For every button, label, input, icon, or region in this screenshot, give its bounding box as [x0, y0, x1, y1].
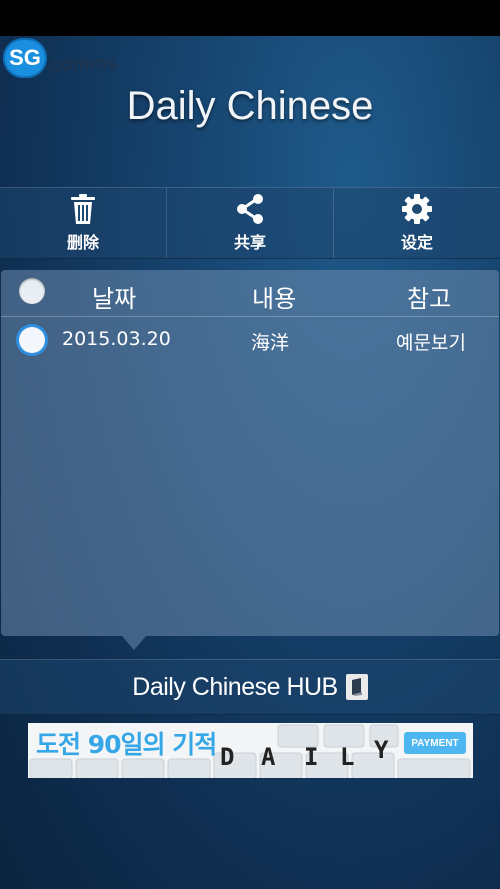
banner-letter: D — [220, 743, 235, 771]
share-label: 共享 — [233, 233, 266, 252]
toolbar: 删除 共享 设定 — [0, 187, 500, 259]
header-date: 날짜 — [92, 285, 137, 313]
ad-banner[interactable]: 도전 90일의 기적 D A I L Y PAYMENT — [28, 723, 473, 778]
book-icon — [345, 674, 368, 700]
logo-text: comms — [50, 52, 118, 75]
header-content: 내용 — [252, 285, 297, 313]
delete-label: 删除 — [66, 233, 99, 252]
list-header: 날짜 내용 참고 — [1, 270, 499, 317]
payment-badge: PAYMENT — [404, 732, 466, 754]
select-all-radio[interactable] — [19, 278, 45, 304]
hub-label: Daily Chinese HUB — [132, 672, 338, 701]
row-content: 海洋 — [251, 332, 290, 354]
delete-button[interactable]: 删除 — [0, 188, 167, 258]
panel-pointer — [122, 636, 146, 650]
sgcomms-logo: SG comms — [3, 38, 118, 78]
settings-label: 设定 — [400, 233, 433, 252]
entry-list-panel: 날짜 내용 참고 2015.03.20 海洋 예문보기 — [1, 270, 499, 636]
banner-slogan: 도전 90일의 기적 — [36, 730, 217, 759]
logo-mark: SG — [3, 38, 47, 78]
header-reference: 참고 — [407, 285, 452, 313]
share-icon — [237, 194, 263, 224]
list-item[interactable]: 2015.03.20 海洋 예문보기 — [1, 316, 499, 364]
share-button[interactable]: 共享 — [167, 188, 334, 258]
row-select-radio[interactable] — [19, 327, 45, 353]
daily-chinese-hub-button[interactable]: Daily Chinese HUB — [0, 659, 500, 715]
banner-letter: A — [261, 743, 276, 771]
row-date: 2015.03.20 — [62, 328, 171, 350]
banner-letter: I — [304, 743, 319, 771]
banner-letter: Y — [374, 736, 389, 764]
settings-button[interactable]: 设定 — [334, 188, 500, 258]
row-reference-link[interactable]: 예문보기 — [396, 328, 466, 355]
app-title: Daily Chinese — [126, 84, 374, 128]
gear-icon — [402, 194, 432, 224]
banner-letter: L — [340, 743, 355, 771]
trash-icon — [71, 194, 95, 224]
status-bar — [0, 0, 500, 36]
